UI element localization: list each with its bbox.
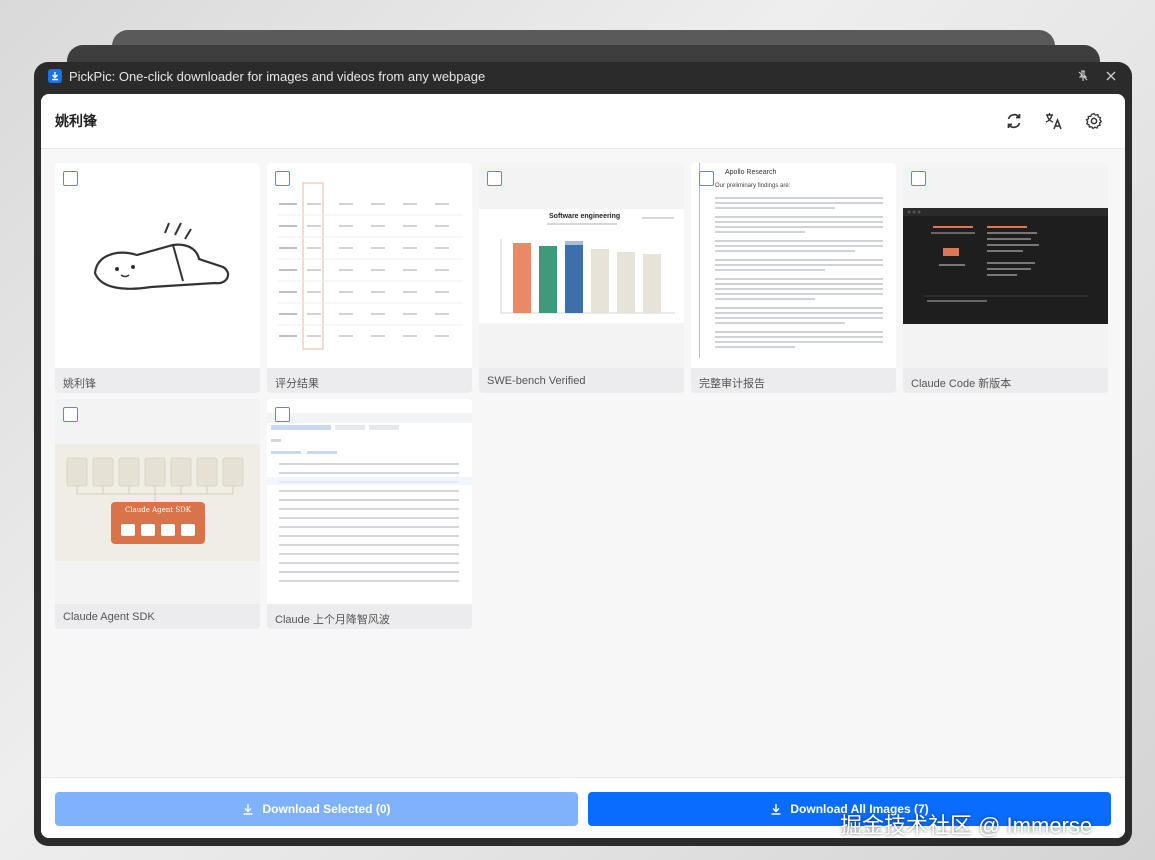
select-checkbox[interactable] — [275, 407, 290, 422]
terminal-screenshot — [903, 208, 1108, 324]
card-label: SWE-bench Verified — [487, 375, 586, 387]
pin-icon[interactable] — [1076, 69, 1090, 83]
panel-header: 姚利锋 — [41, 94, 1125, 149]
image-card[interactable]: Claude Agent SDK Claude Agent SDK — [55, 399, 260, 629]
doc-heading: Apollo Research — [725, 169, 777, 176]
window-title: PickPic: One-click downloader for images… — [69, 68, 486, 84]
gear-icon[interactable] — [1083, 110, 1105, 132]
download-icon — [48, 69, 62, 83]
image-card[interactable]: 姚利锋 — [55, 163, 260, 393]
image-card[interactable]: Apollo Research Our preliminary findings… — [691, 163, 896, 393]
diagram-image: Claude Agent SDK — [55, 444, 260, 561]
image-card[interactable]: Claude 上个月降智风波 — [267, 399, 472, 629]
card-label: 完整审计报告 — [699, 378, 765, 390]
card-label: Claude Code 新版本 — [911, 378, 1012, 390]
pickpic-window: PickPic: One-click downloader for images… — [34, 62, 1132, 846]
select-checkbox[interactable] — [63, 407, 78, 422]
select-checkbox[interactable] — [487, 171, 502, 186]
download-selected-button[interactable]: Download Selected (0) — [55, 792, 578, 826]
image-thumbnail — [903, 163, 1108, 368]
select-checkbox[interactable] — [63, 171, 78, 186]
image-thumbnail — [267, 163, 472, 368]
select-checkbox[interactable] — [911, 171, 926, 186]
diagram-box-label: Claude Agent SDK — [125, 506, 191, 514]
select-checkbox[interactable] — [699, 171, 714, 186]
image-thumbnail — [55, 163, 260, 368]
page-title: 姚利锋 — [55, 113, 97, 129]
close-icon[interactable] — [1104, 69, 1118, 83]
watermark: 掘金技术社区 @ Immerse — [840, 813, 1093, 838]
main-panel: 姚利锋 姚利锋 评分结果 Software engineering SWE-be… — [41, 94, 1125, 838]
card-label: Claude 上个月降智风波 — [275, 614, 390, 626]
image-thumbnail: Apollo Research Our preliminary findings… — [691, 163, 896, 368]
refresh-icon[interactable] — [1003, 110, 1025, 132]
translate-icon[interactable] — [1043, 110, 1065, 132]
image-grid: 姚利锋 评分结果 Software engineering SWE-bench … — [41, 149, 1125, 777]
card-label: 评分结果 — [275, 378, 319, 390]
card-label: Claude Agent SDK — [63, 611, 155, 623]
card-label: 姚利锋 — [63, 378, 96, 390]
image-card[interactable]: 评分结果 — [267, 163, 472, 393]
download-icon — [771, 804, 781, 815]
image-thumbnail: Claude Agent SDK — [55, 399, 260, 604]
chart-image: Software engineering — [479, 209, 684, 323]
image-card[interactable]: Software engineering SWE-bench Verified — [479, 163, 684, 393]
image-thumbnail — [267, 399, 472, 604]
image-card[interactable]: Claude Code 新版本 — [903, 163, 1108, 393]
download-selected-label: Download Selected (0) — [262, 802, 391, 816]
title-bar: PickPic: One-click downloader for images… — [34, 62, 1132, 90]
doc-subheading: Our preliminary findings are: — [715, 183, 791, 189]
image-thumbnail: Software engineering — [479, 163, 684, 368]
select-checkbox[interactable] — [275, 171, 290, 186]
download-icon — [243, 804, 253, 815]
